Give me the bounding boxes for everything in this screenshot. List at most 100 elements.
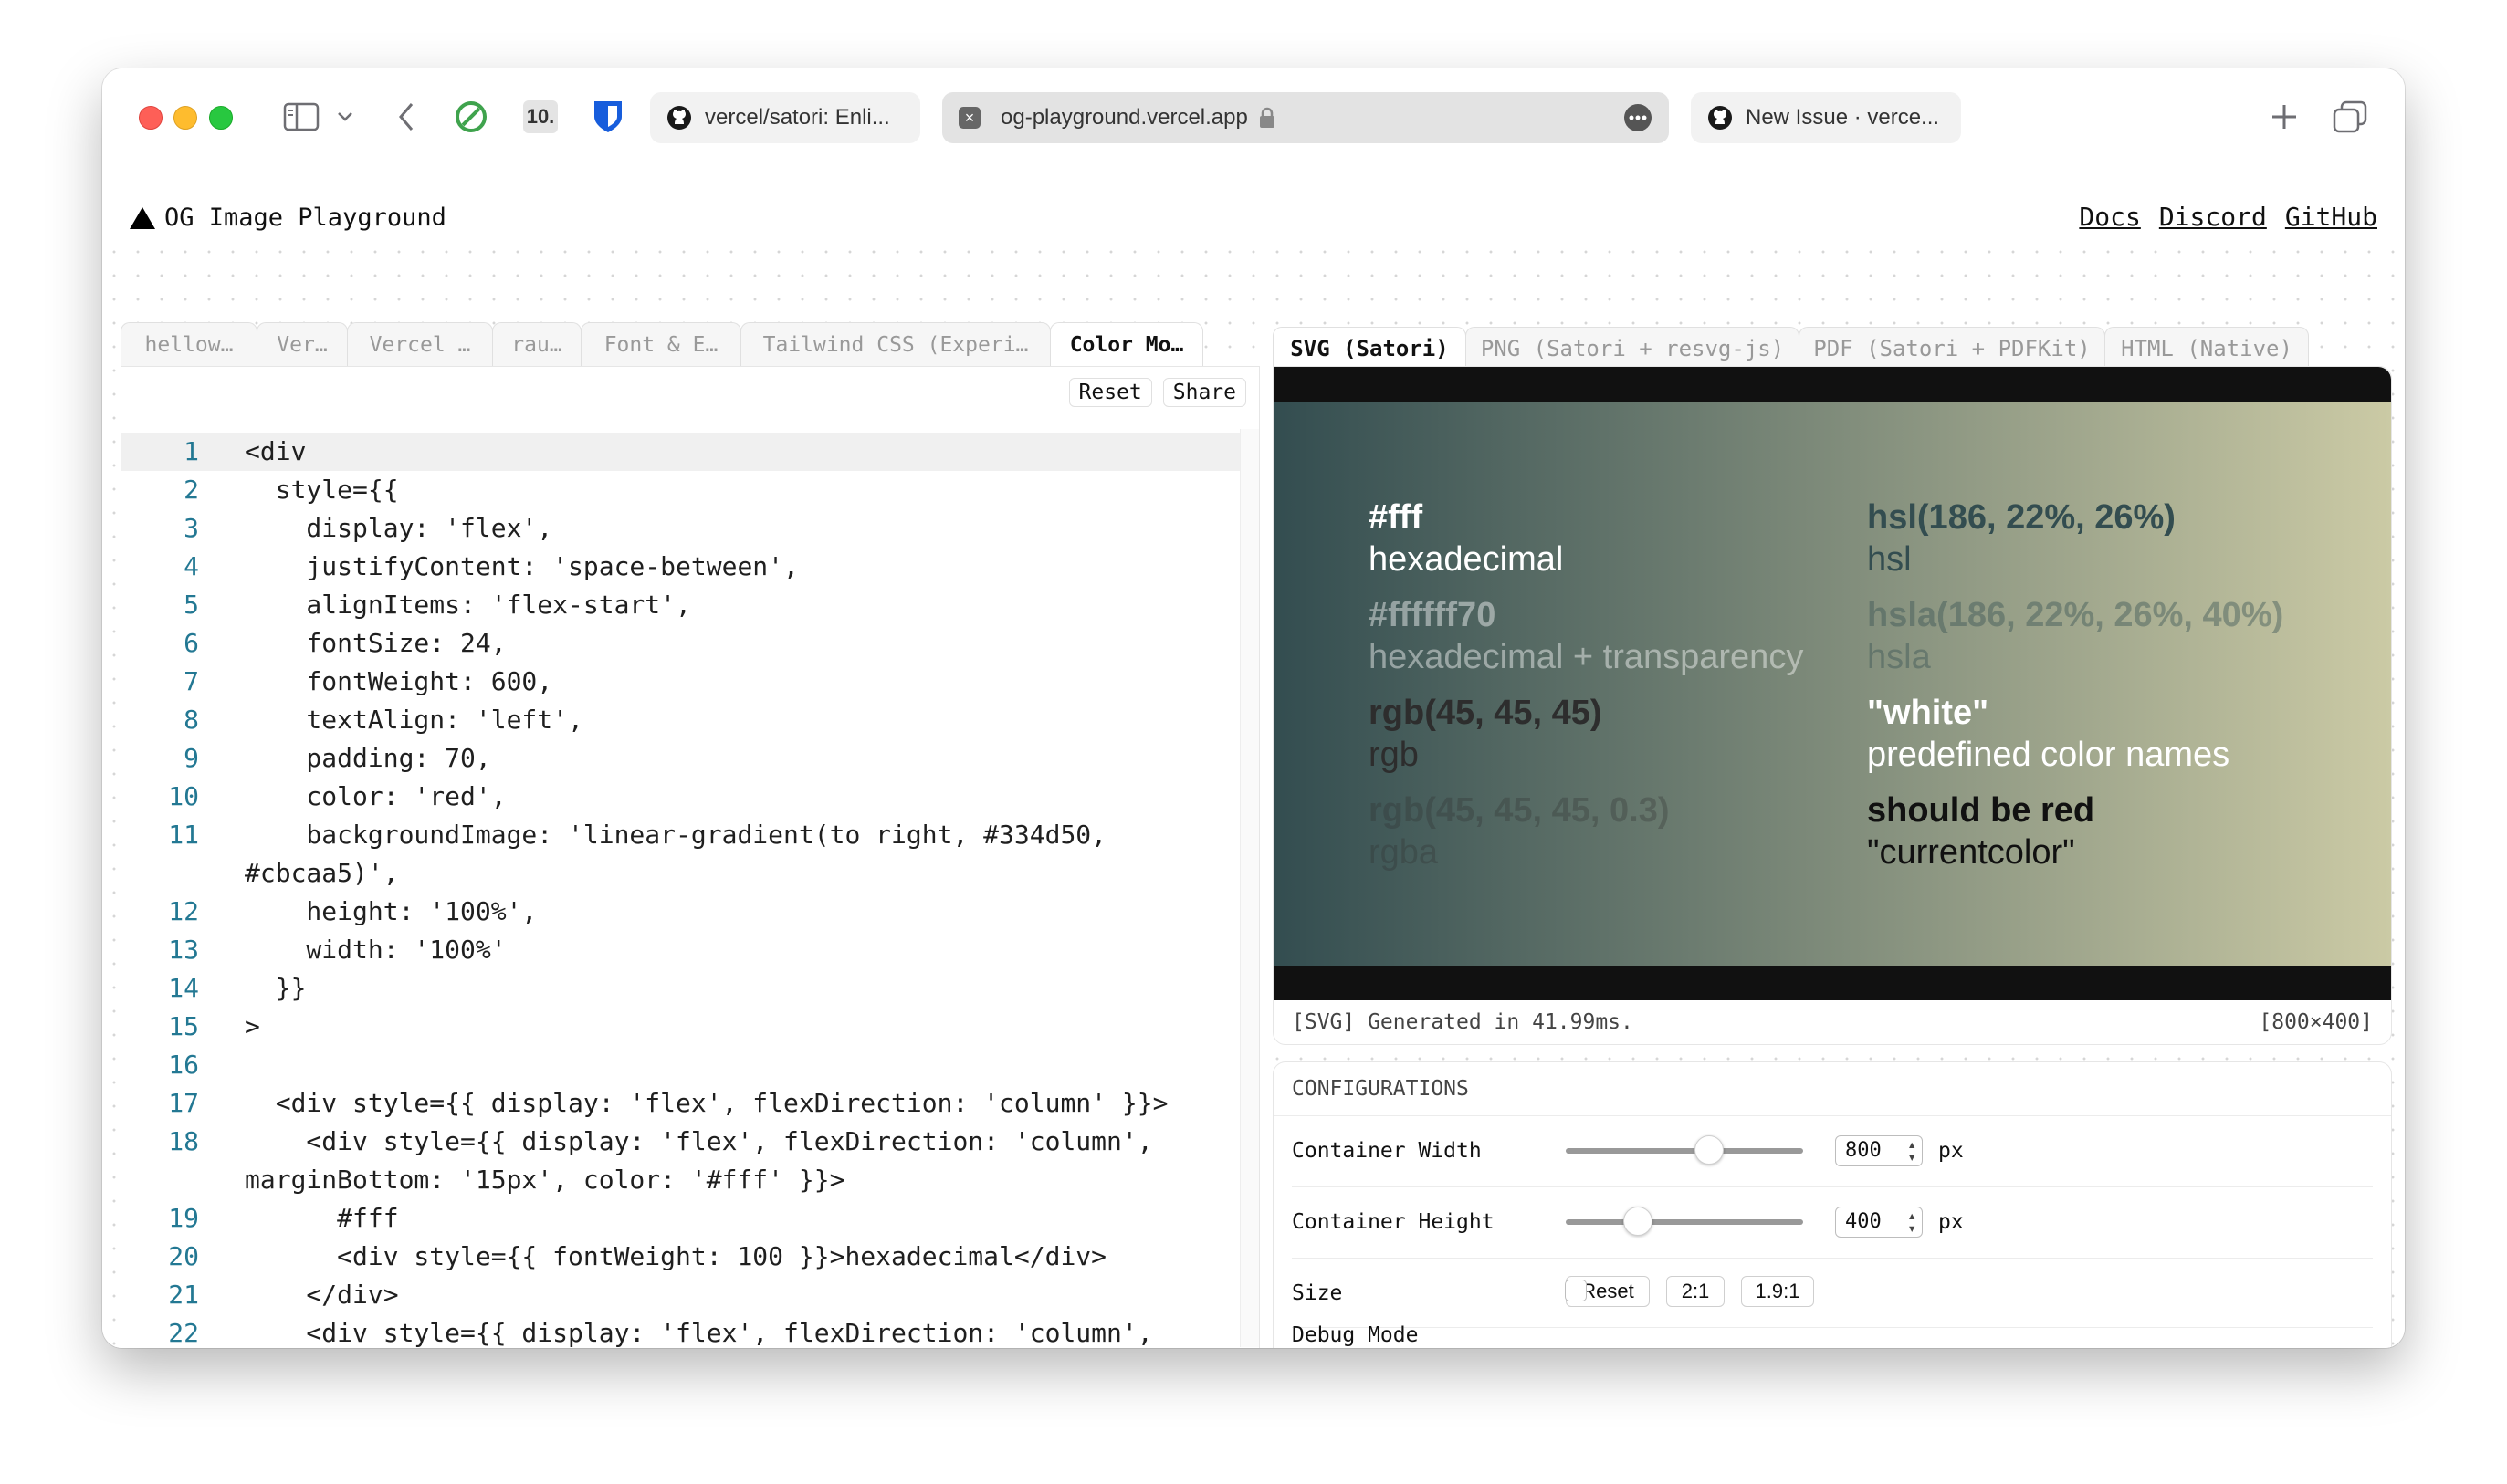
code-line[interactable]: 19 #fff [121,1199,1240,1238]
debug-mode-label: Debug Mode [1292,1323,1419,1347]
width-unit-label: px [1938,1139,1964,1163]
code-text: backgroundImage: 'linear-gradient(to rig… [245,820,1107,850]
code-line[interactable]: 2 style={{ [121,471,1240,509]
container-width-input[interactable]: 800 ▴ ▾ [1835,1135,1923,1166]
code-line[interactable]: 6 fontSize: 24, [121,624,1240,663]
site-title: OG Image Playground [164,204,446,232]
debug-mode-row: Debug Mode [1292,1323,2369,1348]
zoom-window-button[interactable] [209,106,233,130]
size-2-1-button[interactable]: 2:1 [1666,1276,1725,1307]
color-sample: #ffffff70 hexadecimal + transparency [1369,594,1803,678]
editor-tab-vercel-alt[interactable]: Vercel … [347,322,493,366]
lock-icon [1259,107,1274,128]
tab-satori-repo[interactable]: vercel/satori: Enli... [650,92,920,143]
line-number: 19 [168,1203,199,1233]
container-height-slider[interactable] [1566,1207,1803,1236]
share-button[interactable]: Share [1162,378,1246,407]
code-line[interactable]: 12 height: '100%', [121,893,1240,931]
code-line[interactable]: 4 justifyContent: 'space-between', [121,548,1240,586]
back-icon[interactable] [393,96,420,138]
color-sample: hsla(186, 22%, 26%, 40%) hsla [1867,594,2283,678]
slider-thumb[interactable] [1623,1207,1652,1236]
code-text: <div style={{ display: 'flex', flexDirec… [245,1088,1169,1118]
editor-actions: Reset Share [1068,378,1246,407]
code-line[interactable]: 1 <div [121,433,1240,471]
code-text: marginBottom: '15px', color: '#fff' }}> [245,1165,845,1195]
code-line[interactable]: 18 <div style={{ display: 'flex', flexDi… [121,1123,1240,1161]
tab-close-icon[interactable]: × [959,107,981,129]
color-sample: hsl(186, 22%, 26%) hsl [1867,496,2283,580]
code-line[interactable]: 21 </div> [121,1276,1240,1314]
nav-docs-link[interactable]: Docs [2079,202,2140,232]
height-unit-label: px [1938,1210,1964,1234]
code-line[interactable]: 13 width: '100%' [121,931,1240,969]
code-editor[interactable]: 1 <div 2 style={{3 display: 'flex', 4 justi… [121,429,1240,1347]
minimize-window-button[interactable] [173,106,197,130]
slider-thumb[interactable] [1694,1135,1724,1165]
stepper-arrows-icon[interactable]: ▴ ▾ [1907,1137,1916,1165]
code-line[interactable]: 15 > [121,1008,1240,1046]
code-text: > [245,1011,260,1041]
code-line[interactable]: 14 }} [121,969,1240,1008]
editor-tab-font-emoji[interactable]: Font & E… [581,322,741,366]
code-line[interactable]: marginBottom: '15px', color: '#fff' }}> [121,1161,1240,1199]
color-format-label: "currentcolor" [1867,833,2075,872]
code-line[interactable]: 8 textAlign: 'left', [121,701,1240,739]
color-value: hsl(186, 22%, 26%) [1867,498,2176,537]
line-number: 11 [168,820,199,850]
code-line[interactable]: 7 fontWeight: 600, [121,663,1240,701]
tab-og-playground[interactable]: × og-playground.vercel.app [942,92,1669,143]
bitwarden-shield-icon[interactable] [590,96,626,138]
debug-mode-checkbox[interactable] [1565,1280,1587,1301]
code-text: <div style={{ display: 'flex', flexDirec… [245,1126,1153,1156]
more-options-icon[interactable] [1623,103,1652,132]
nav-discord-link[interactable]: Discord [2159,202,2267,232]
sidebar-toggle-icon[interactable] [281,96,321,138]
close-window-button[interactable] [139,106,163,130]
editor-tab-rauch[interactable]: rau… [492,322,582,366]
extension-ten-icon[interactable]: 10. [522,96,559,138]
extension-green-icon[interactable] [453,96,489,138]
code-line[interactable]: 20 <div style={{ fontWeight: 100 }}>hexa… [121,1238,1240,1276]
editor-tab-tailwind[interactable]: Tailwind CSS (Experi… [740,322,1051,366]
code-line[interactable]: 5 alignItems: 'flex-start', [121,586,1240,624]
line-number: 8 [184,705,199,735]
line-number: 10 [168,781,199,811]
code-line[interactable]: 10 color: 'red', [121,778,1240,816]
nav-github-link[interactable]: GitHub [2285,202,2377,232]
code-line[interactable]: 9 padding: 70, [121,739,1240,778]
editor-tab-color-models[interactable]: Color Mo… [1050,322,1203,366]
editor-scrollbar[interactable] [1240,429,1259,1347]
chevron-down-icon[interactable] [334,96,356,138]
color-format-label: hexadecimal [1369,540,1564,579]
code-text: #cbcaa5)', [245,858,399,888]
preview-tab-html[interactable]: HTML (Native) [2104,327,2309,369]
code-line[interactable]: 3 display: 'flex', [121,509,1240,548]
color-value: hsla(186, 22%, 26%, 40%) [1867,596,2284,634]
editor-tab-vercel[interactable]: Ver… [257,322,348,366]
container-width-slider[interactable] [1566,1135,1803,1165]
container-height-input[interactable]: 400 ▴ ▾ [1835,1207,1923,1238]
editor-tab-hello-world[interactable]: hellow… [121,322,257,366]
code-line[interactable]: 11 backgroundImage: 'linear-gradient(to … [121,816,1240,854]
code-line[interactable]: 16 [121,1046,1240,1084]
color-sample: #fff hexadecimal [1369,496,1803,580]
preview-tab-pdf[interactable]: PDF (Satori + PDFKit) [1799,327,2105,369]
preview-tab-png[interactable]: PNG (Satori + resvg-js) [1465,327,1799,369]
code-editor-panel: Reset Share 1 <div 2 style={{3 display: 'f… [121,366,1260,1348]
code-line[interactable]: #cbcaa5)', [121,854,1240,893]
stepper-arrows-icon[interactable]: ▴ ▾ [1907,1208,1916,1236]
address-text[interactable]: og-playground.vercel.app [1001,105,1248,131]
size-1-9-1-button[interactable]: 1.9:1 [1741,1276,1814,1307]
tab-new-issue[interactable]: New Issue · verce... [1691,92,1961,143]
site-logo[interactable]: OG Image Playground [130,204,446,232]
color-value: should be red [1867,791,2095,830]
reset-button[interactable]: Reset [1068,378,1152,407]
code-line[interactable]: 17 <div style={{ display: 'flex', flexDi… [121,1084,1240,1123]
tab-overview-icon[interactable] [2330,96,2370,138]
new-tab-plus-icon[interactable] [2266,96,2302,138]
line-number: 2 [184,475,199,505]
color-value: #fff [1369,498,1423,537]
preview-tab-svg[interactable]: SVG (Satori) [1273,327,1466,369]
code-line[interactable]: 22 <div style={{ display: 'flex', flexDi… [121,1314,1240,1347]
